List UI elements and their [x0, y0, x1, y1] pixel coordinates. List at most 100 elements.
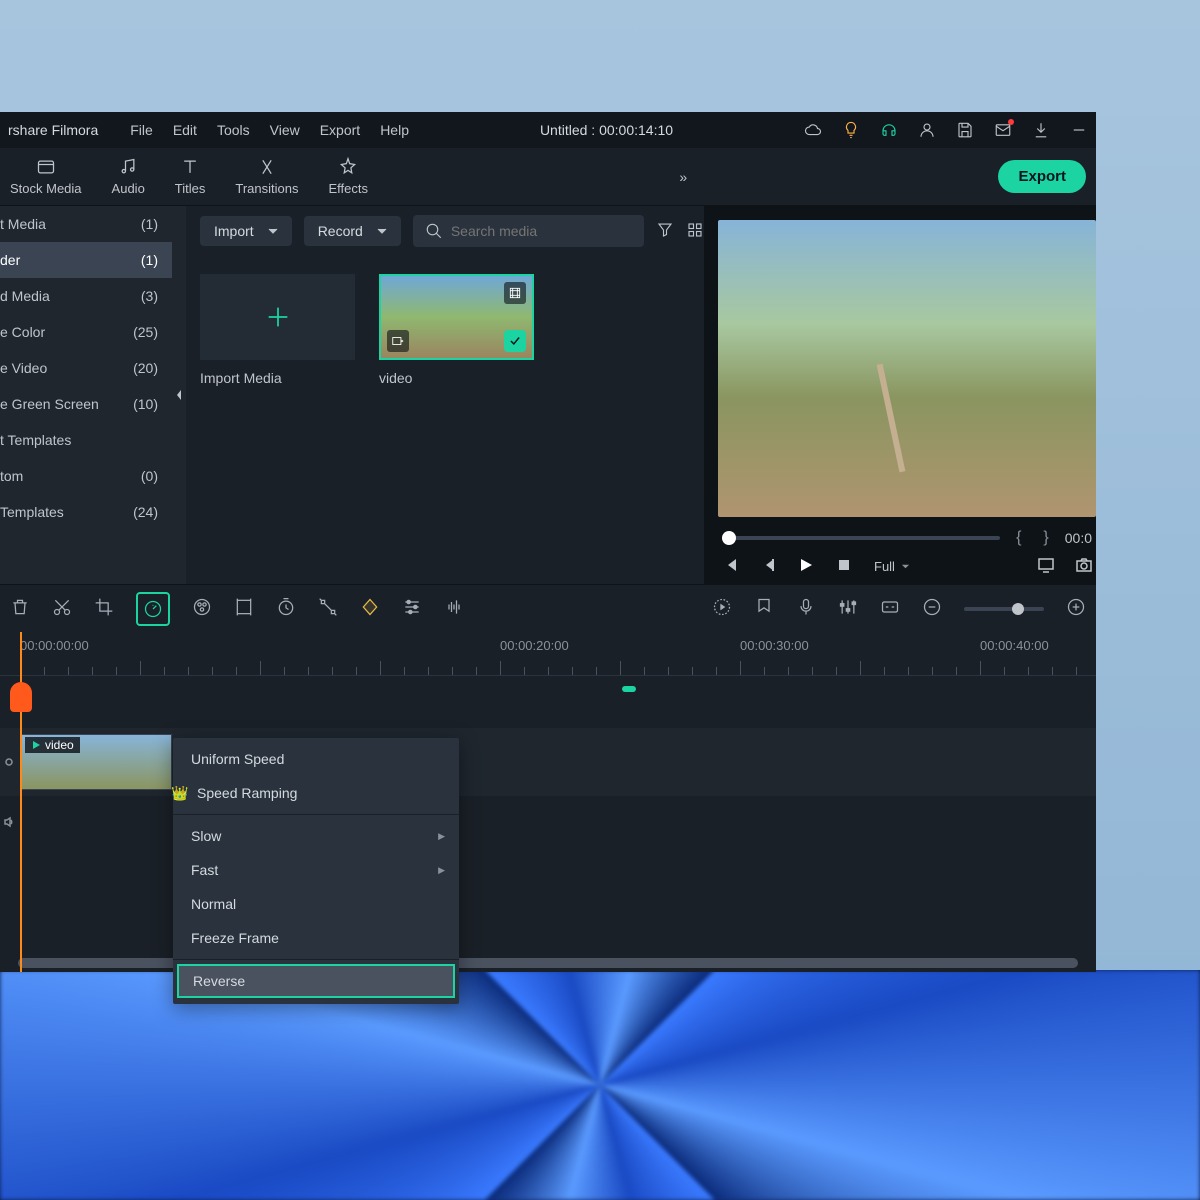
green-screen-icon[interactable] — [234, 597, 254, 620]
track-mute-icon[interactable] — [0, 796, 18, 848]
mark-in-icon[interactable]: { — [1010, 529, 1027, 547]
sidebar-item[interactable]: e Color(25) — [0, 314, 172, 350]
preview-scrubber[interactable]: { } 00:0 — [718, 529, 1096, 547]
snapshot-icon[interactable] — [1076, 557, 1092, 576]
render-icon[interactable] — [712, 597, 732, 620]
sidebar-item[interactable]: Templates(24) — [0, 494, 172, 530]
adjust-icon[interactable] — [402, 597, 422, 620]
import-dropdown[interactable]: Import — [200, 216, 292, 246]
tab-stock-media[interactable]: Stock Media — [10, 157, 82, 196]
zoom-in-icon[interactable] — [1066, 597, 1086, 620]
sidebar-item[interactable]: e Video(20) — [0, 350, 172, 386]
tab-label: Transitions — [235, 181, 298, 196]
menu-tools[interactable]: Tools — [217, 122, 250, 138]
menu-freeze-frame[interactable]: Freeze Frame — [173, 921, 459, 955]
clip-added-icon — [504, 330, 526, 352]
voiceover-icon[interactable] — [796, 597, 816, 620]
audio-track[interactable] — [0, 796, 1096, 848]
playhead-handle[interactable] — [10, 682, 32, 712]
sidebar-item[interactable]: der(1) — [0, 242, 172, 278]
quality-dropdown[interactable]: Full — [874, 559, 910, 574]
media-panel: Import Record Import Media — [186, 206, 704, 584]
import-media-button[interactable] — [200, 274, 355, 360]
menu-view[interactable]: View — [270, 122, 300, 138]
user-icon[interactable] — [918, 121, 936, 139]
menu-file[interactable]: File — [130, 122, 153, 138]
preview-video[interactable] — [718, 220, 1096, 517]
search-box[interactable] — [413, 215, 644, 247]
titlebar-actions — [804, 121, 1088, 139]
cut-icon[interactable] — [52, 597, 72, 620]
minimize-icon[interactable] — [1070, 121, 1088, 139]
zoom-slider[interactable] — [964, 607, 1044, 611]
playhead[interactable] — [20, 632, 22, 972]
download-icon[interactable] — [1032, 121, 1050, 139]
marker-icon[interactable] — [754, 597, 774, 620]
audio-spectrum-icon[interactable] — [444, 597, 464, 620]
menu-export[interactable]: Export — [320, 122, 360, 138]
delete-icon[interactable] — [10, 597, 30, 620]
menu-edit[interactable]: Edit — [173, 122, 197, 138]
menu-separator — [173, 814, 459, 815]
search-input[interactable] — [451, 223, 632, 239]
menu-slow[interactable]: Slow — [173, 819, 459, 853]
menu-uniform-speed[interactable]: Uniform Speed — [173, 742, 459, 776]
support-icon[interactable] — [880, 121, 898, 139]
export-button[interactable]: Export — [998, 160, 1086, 193]
keyframe-icon[interactable] — [360, 597, 380, 620]
expand-tabs-icon[interactable]: » — [679, 169, 687, 185]
tab-audio[interactable]: Audio — [112, 157, 145, 196]
media-grid: Import Media video — [186, 256, 704, 404]
tab-transitions[interactable]: Transitions — [235, 157, 298, 196]
duration-icon[interactable] — [276, 597, 296, 620]
audio-mixer-icon[interactable] — [838, 597, 858, 620]
tab-effects[interactable]: Effects — [328, 157, 368, 196]
play-backward-icon[interactable] — [760, 557, 776, 576]
sidebar-item[interactable]: t Media(1) — [0, 206, 172, 242]
track-lock-icon[interactable] — [0, 728, 18, 796]
record-dropdown[interactable]: Record — [304, 216, 401, 246]
mail-icon[interactable] — [994, 121, 1012, 139]
tab-titles[interactable]: Titles — [175, 157, 206, 196]
ruler-mark: 00:00:20:00 — [500, 638, 569, 653]
timeline-clip[interactable]: video — [20, 734, 172, 790]
speed-button[interactable] — [136, 592, 170, 626]
display-icon[interactable] — [1038, 557, 1054, 576]
crop-icon[interactable] — [94, 597, 114, 620]
sidebar-item[interactable]: e Green Screen(10) — [0, 386, 172, 422]
color-icon[interactable] — [192, 597, 212, 620]
cloud-icon[interactable] — [804, 121, 822, 139]
media-thumbnail — [379, 274, 534, 360]
stop-icon[interactable] — [836, 557, 852, 576]
sidebar-item[interactable]: d Media(3) — [0, 278, 172, 314]
add-to-timeline-icon[interactable] — [387, 330, 409, 352]
zoom-slider-thumb[interactable] — [1012, 603, 1024, 615]
caption-icon[interactable] — [880, 597, 900, 620]
sidebar-item[interactable]: tom(0) — [0, 458, 172, 494]
zoom-out-icon[interactable] — [922, 597, 942, 620]
mark-out-icon[interactable]: } — [1037, 529, 1054, 547]
video-track[interactable]: video — [0, 728, 1096, 796]
app-window: rshare Filmora File Edit Tools View Expo… — [0, 112, 1096, 972]
menu-normal[interactable]: Normal — [173, 887, 459, 921]
filter-icon[interactable] — [656, 221, 674, 242]
save-icon[interactable] — [956, 121, 974, 139]
sidebar-collapse[interactable] — [172, 206, 186, 584]
media-clip[interactable]: video — [379, 274, 534, 386]
menu-help[interactable]: Help — [380, 122, 409, 138]
scrubber-track[interactable] — [722, 536, 1000, 540]
tips-icon[interactable] — [842, 121, 860, 139]
menu-separator — [173, 959, 459, 960]
menu-reverse[interactable]: Reverse — [177, 964, 455, 998]
app-name: rshare Filmora — [8, 122, 118, 138]
step-back-icon[interactable] — [722, 557, 738, 576]
main-toolbar: Stock Media Audio Titles Transitions Eff… — [0, 148, 1096, 206]
scrubber-thumb[interactable] — [722, 531, 736, 545]
grid-view-icon[interactable] — [686, 221, 704, 242]
menu-fast[interactable]: Fast — [173, 853, 459, 887]
play-icon[interactable] — [798, 557, 814, 576]
timeline-ruler[interactable]: 00:00:00:00 00:00:20:00 00:00:30:00 00:0… — [0, 632, 1096, 676]
sidebar-item[interactable]: t Templates — [0, 422, 172, 458]
menu-speed-ramping[interactable]: Speed Ramping — [173, 776, 459, 810]
motion-track-icon[interactable] — [318, 597, 338, 620]
